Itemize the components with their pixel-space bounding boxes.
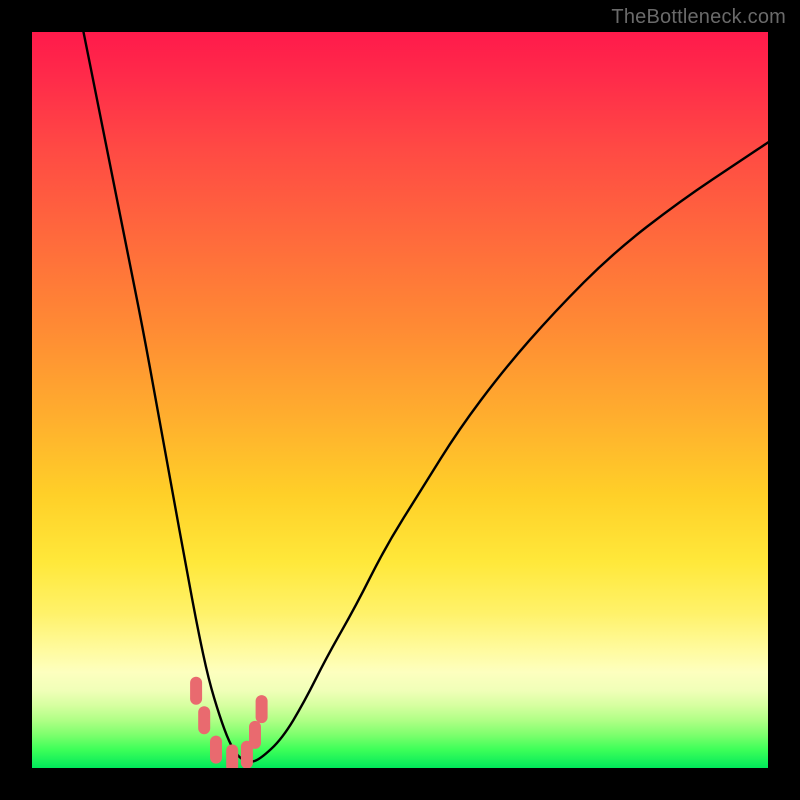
bottleneck-curve — [84, 32, 769, 762]
marker-pill — [256, 695, 268, 723]
marker-band — [190, 677, 268, 768]
curve-layer — [32, 32, 768, 768]
marker-pill — [198, 706, 210, 734]
marker-pill — [210, 736, 222, 764]
watermark-text: TheBottleneck.com — [611, 6, 786, 29]
marker-pill — [190, 677, 202, 705]
marker-pill — [226, 744, 238, 768]
marker-pill — [249, 721, 261, 749]
chart-frame: TheBottleneck.com — [0, 0, 800, 800]
plot-area — [32, 32, 768, 768]
